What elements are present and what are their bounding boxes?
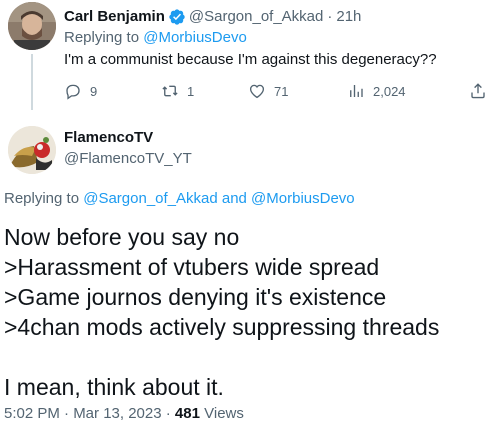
replying-to: Replying to @Sargon_of_Akkad and @Morbiu…: [4, 189, 355, 209]
views-label: Views: [204, 405, 244, 422]
retweet-button[interactable]: 1: [161, 82, 194, 100]
separator-dot: ·: [327, 8, 333, 25]
views-count: 2,024: [373, 83, 406, 99]
author-handle[interactable]: @FlamencoTV_YT: [64, 149, 192, 169]
share-icon: [471, 83, 485, 99]
tweet-timestamp[interactable]: 5:02 PM · Mar 13, 2023 ·: [4, 405, 171, 422]
tweet-line: Now before you say no: [4, 224, 240, 250]
retweet-count: 1: [187, 83, 195, 99]
reply-count: 9: [90, 83, 98, 99]
tweet-line: [4, 342, 439, 372]
like-icon: [249, 84, 265, 99]
tweet-time[interactable]: 21h: [336, 7, 361, 27]
replying-to-link[interactable]: @Sargon_of_Akkad and @MorbiusDevo: [83, 190, 354, 207]
thread-connector: [31, 54, 33, 110]
reply-icon: [66, 84, 80, 100]
views-button[interactable]: 2,024: [347, 82, 406, 100]
main-tweet-header: FlamencoTV @FlamencoTV_YT: [0, 120, 500, 180]
tweet-header: Carl Benjamin @Sargon_of_Akkad · 21h: [64, 7, 361, 27]
views-icon: [350, 85, 363, 97]
tweet-text: Now before you say no >Harassment of vtu…: [4, 222, 439, 402]
author-name[interactable]: Carl Benjamin: [64, 7, 165, 27]
author-name[interactable]: FlamencoTV: [64, 128, 153, 148]
verified-badge-icon: [168, 8, 186, 26]
replying-prefix: Replying to: [64, 29, 140, 46]
like-button[interactable]: 71: [248, 82, 288, 100]
parent-tweet[interactable]: Carl Benjamin @Sargon_of_Akkad · 21h Rep…: [0, 0, 500, 112]
replying-to-link[interactable]: @MorbiusDevo: [143, 29, 247, 46]
views-count: 481: [174, 405, 200, 422]
like-count: 71: [274, 83, 289, 99]
tweet-line: >4chan mods actively suppressing threads: [4, 314, 440, 340]
tweet-meta: 5:02 PM · Mar 13, 2023 · 481 Views: [4, 404, 244, 424]
avatar[interactable]: [8, 2, 56, 50]
author-handle[interactable]: @Sargon_of_Akkad: [189, 7, 323, 27]
tweet-line: I mean, think about it.: [4, 374, 224, 400]
avatar[interactable]: [8, 126, 56, 174]
replying-prefix: Replying to: [4, 190, 80, 207]
retweet-icon: [162, 85, 178, 97]
tweet-text: I'm a communist because I'm against this…: [64, 51, 437, 68]
replying-to: Replying to @MorbiusDevo: [64, 28, 247, 48]
reply-button[interactable]: 9: [64, 82, 97, 100]
tweet-line: >Harassment of vtubers wide spread: [4, 254, 380, 280]
tweet-actions: 9 1 71 2,024: [64, 82, 494, 102]
share-button[interactable]: [469, 82, 495, 100]
tweet-line: >Game journos denying it's existence: [4, 284, 387, 310]
